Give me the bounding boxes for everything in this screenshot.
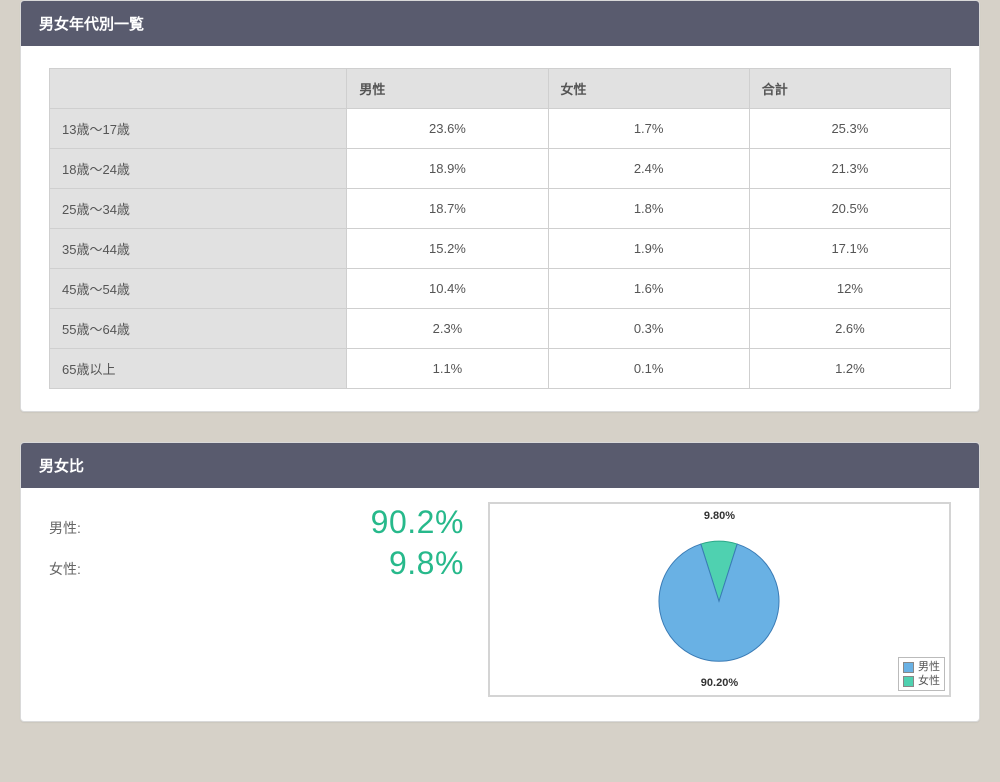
col-male: 男性 — [347, 69, 548, 109]
age-range-label: 18歳～24歳 — [50, 149, 347, 189]
cell-female: 0.1% — [548, 349, 749, 389]
age-range-label: 45歳～54歳 — [50, 269, 347, 309]
legend-label-male: 男性 — [918, 660, 940, 674]
age-range-label: 65歳以上 — [50, 349, 347, 389]
table-row: 45歳～54歳10.4%1.6%12% — [50, 269, 951, 309]
col-total: 合計 — [749, 69, 950, 109]
cell-total: 25.3% — [749, 109, 950, 149]
age-range-label: 25歳～34歳 — [50, 189, 347, 229]
ratio-row-female: 女性: 9.8% — [49, 543, 464, 584]
pie-slice-label-male: 90.20% — [701, 677, 738, 689]
cell-male: 1.1% — [347, 349, 548, 389]
cell-total: 1.2% — [749, 349, 950, 389]
cell-total: 2.6% — [749, 309, 950, 349]
cell-total: 12% — [749, 269, 950, 309]
ratio-value-female: 9.8% — [389, 545, 464, 582]
cell-female: 1.9% — [548, 229, 749, 269]
age-range-label: 35歳～44歳 — [50, 229, 347, 269]
table-row: 35歳～44歳15.2%1.9%17.1% — [50, 229, 951, 269]
ratio-label-male: 男性: — [49, 518, 81, 538]
cell-female: 1.8% — [548, 189, 749, 229]
cell-female: 0.3% — [548, 309, 749, 349]
ratio-label-female: 女性: — [49, 559, 81, 579]
cell-female: 2.4% — [548, 149, 749, 189]
cell-male: 23.6% — [347, 109, 548, 149]
cell-male: 15.2% — [347, 229, 548, 269]
ratio-row-male: 男性: 90.2% — [49, 502, 464, 543]
cell-female: 1.6% — [548, 269, 749, 309]
ratio-stats: 男性: 90.2% 女性: 9.8% — [49, 502, 464, 697]
legend-row-female: 女性 — [903, 674, 940, 688]
legend-swatch-male — [903, 662, 914, 673]
pie-legend: 男性 女性 — [898, 657, 945, 691]
cell-male: 18.7% — [347, 189, 548, 229]
gender-ratio-panel: 男女比 男性: 90.2% 女性: 9.8% 9.80% 90. — [20, 442, 980, 722]
cell-total: 17.1% — [749, 229, 950, 269]
legend-row-male: 男性 — [903, 660, 940, 674]
ratio-panel-body: 男性: 90.2% 女性: 9.8% 9.80% 90.20% — [21, 488, 979, 721]
age-range-label: 55歳～64歳 — [50, 309, 347, 349]
pie-chart-container: 9.80% 90.20% 男性 女性 — [488, 502, 951, 697]
table-row: 55歳～64歳2.3%0.3%2.6% — [50, 309, 951, 349]
pie-chart-box: 9.80% 90.20% 男性 女性 — [488, 502, 951, 697]
table-row: 25歳～34歳18.7%1.8%20.5% — [50, 189, 951, 229]
panel-title: 男女年代別一覧 — [21, 1, 979, 46]
panel-title: 男女比 — [21, 443, 979, 488]
age-range-label: 13歳～17歳 — [50, 109, 347, 149]
age-gender-table: 男性 女性 合計 13歳～17歳23.6%1.7%25.3%18歳～24歳18.… — [49, 68, 951, 389]
age-gender-table-panel: 男女年代別一覧 男性 女性 合計 13歳～17歳23.6%1.7%25.3%18… — [20, 0, 980, 412]
table-row: 13歳～17歳23.6%1.7%25.3% — [50, 109, 951, 149]
cell-male: 10.4% — [347, 269, 548, 309]
cell-male: 2.3% — [347, 309, 548, 349]
cell-total: 20.5% — [749, 189, 950, 229]
cell-male: 18.9% — [347, 149, 548, 189]
table-row: 18歳～24歳18.9%2.4%21.3% — [50, 149, 951, 189]
cell-female: 1.7% — [548, 109, 749, 149]
pie-slice-label-female: 9.80% — [704, 510, 735, 522]
legend-swatch-female — [903, 676, 914, 687]
table-row: 65歳以上1.1%0.1%1.2% — [50, 349, 951, 389]
col-blank — [50, 69, 347, 109]
table-panel-body: 男性 女性 合計 13歳～17歳23.6%1.7%25.3%18歳～24歳18.… — [21, 46, 979, 411]
col-female: 女性 — [548, 69, 749, 109]
pie-chart — [652, 534, 786, 671]
ratio-value-male: 90.2% — [371, 504, 464, 541]
cell-total: 21.3% — [749, 149, 950, 189]
legend-label-female: 女性 — [918, 674, 940, 688]
